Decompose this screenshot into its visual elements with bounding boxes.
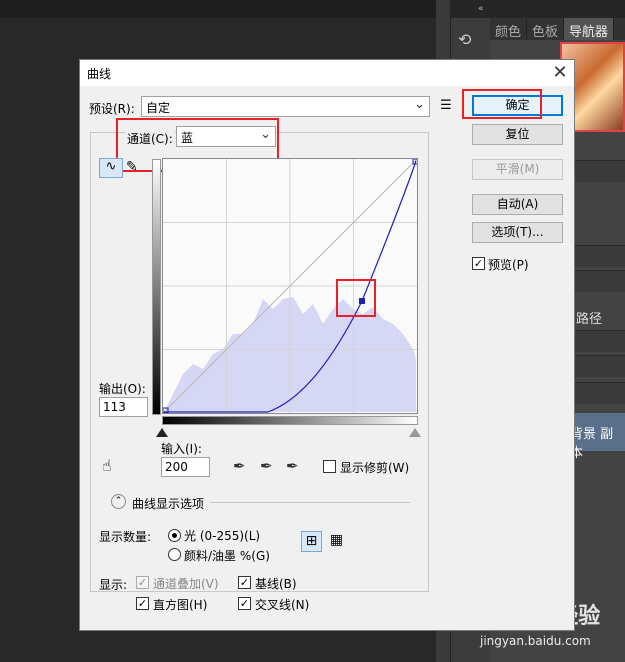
divider [210, 502, 410, 503]
show-clipping-checkbox[interactable] [323, 460, 336, 473]
panel-tabs: 颜色 色板 导航器 [490, 18, 625, 40]
display-amount-label: 显示数量: [99, 530, 152, 544]
collapse-options-icon[interactable]: ⌃ [111, 494, 126, 509]
preset-select[interactable]: 自定 ⌄ [141, 96, 430, 117]
close-icon[interactable]: ✕ [550, 62, 570, 83]
black-eyedropper-icon[interactable]: ✒ [233, 457, 246, 475]
chevron-down-icon: ⌄ [414, 97, 425, 112]
light-radio[interactable] [168, 529, 181, 542]
light-option-label: 光 (0-255)(L) [184, 529, 261, 543]
intersection-label: 交叉线(N) [255, 598, 310, 612]
preview-checkbox[interactable]: ✓ [472, 257, 485, 270]
show-label: 显示: [99, 578, 128, 592]
baidu-watermark-url: jingyan.baidu.com [480, 634, 591, 648]
highlight-point-box [336, 279, 376, 317]
curve-graph[interactable] [162, 158, 418, 414]
curve-edit-tool-icon[interactable]: ∿ [99, 158, 123, 178]
histogram-label: 直方图(H) [153, 598, 208, 612]
tab-swatches[interactable]: 色板 [527, 18, 565, 40]
baseline-label: 基线(B) [255, 577, 297, 591]
dialog-title-bar [80, 60, 574, 86]
collapse-panels-icon[interactable]: « [478, 4, 484, 14]
options-button[interactable]: 选项(T)... [472, 222, 563, 243]
baseline-checkbox[interactable]: ✓ [238, 576, 251, 589]
history-icon[interactable]: ⟲ [458, 30, 482, 56]
preset-options-icon[interactable]: ☰ [440, 98, 452, 113]
highlight-ok-box [462, 89, 542, 119]
intersection-checkbox[interactable]: ✓ [238, 597, 251, 610]
output-gradient [152, 159, 161, 415]
output-label: 输出(O): [99, 382, 146, 396]
input-label: 输入(I): [161, 442, 202, 456]
curve-options-label: 曲线显示选项 [132, 497, 205, 511]
tab-navigator[interactable]: 导航器 [564, 18, 615, 40]
tab-color[interactable]: 颜色 [490, 18, 528, 40]
paths-tab[interactable]: 路径 [576, 308, 602, 327]
output-field[interactable]: 113 [99, 397, 148, 417]
detailed-grid-icon[interactable]: ▦ [326, 531, 347, 552]
show-clipping-label: 显示修剪(W) [340, 461, 410, 475]
preview-label: 预览(P) [488, 258, 529, 272]
input-field[interactable]: 200 [161, 457, 210, 477]
preset-value: 自定 [146, 101, 171, 115]
canvas-top-bar [0, 0, 460, 18]
smooth-button[interactable]: 平滑(M) [472, 159, 563, 180]
black-point-slider[interactable] [156, 428, 168, 437]
white-point-slider[interactable] [409, 428, 421, 437]
pigment-radio[interactable] [168, 548, 181, 561]
channel-overlay-label: 通道叠加(V) [153, 577, 219, 591]
reset-button[interactable]: 复位 [472, 124, 563, 145]
channel-overlay-checkbox[interactable]: ✓ [136, 576, 149, 589]
histogram-checkbox[interactable]: ✓ [136, 597, 149, 610]
gray-eyedropper-icon[interactable]: ✒ [260, 457, 273, 475]
preset-label: 预设(R): [89, 102, 135, 116]
curve-graph-svg [163, 159, 417, 413]
input-gradient [162, 416, 418, 425]
dialog-title: 曲线 [87, 67, 112, 81]
targeted-adjustment-icon[interactable]: ☝ [102, 456, 112, 475]
simple-grid-icon[interactable]: ⊞ [301, 531, 322, 552]
panel-top-bar [450, 0, 625, 18]
white-eyedropper-icon[interactable]: ✒ [286, 457, 299, 475]
curves-dialog: 曲线 ✕ 预设(R): 自定 ⌄ ☰ 通道(C): 蓝 ⌄ ∿ ✎ 输出(O):… [79, 59, 575, 631]
pencil-icon[interactable]: ✎ [126, 159, 138, 175]
pigment-option-label: 颜料/油墨 %(G) [184, 549, 270, 563]
auto-button[interactable]: 自动(A) [472, 194, 563, 215]
